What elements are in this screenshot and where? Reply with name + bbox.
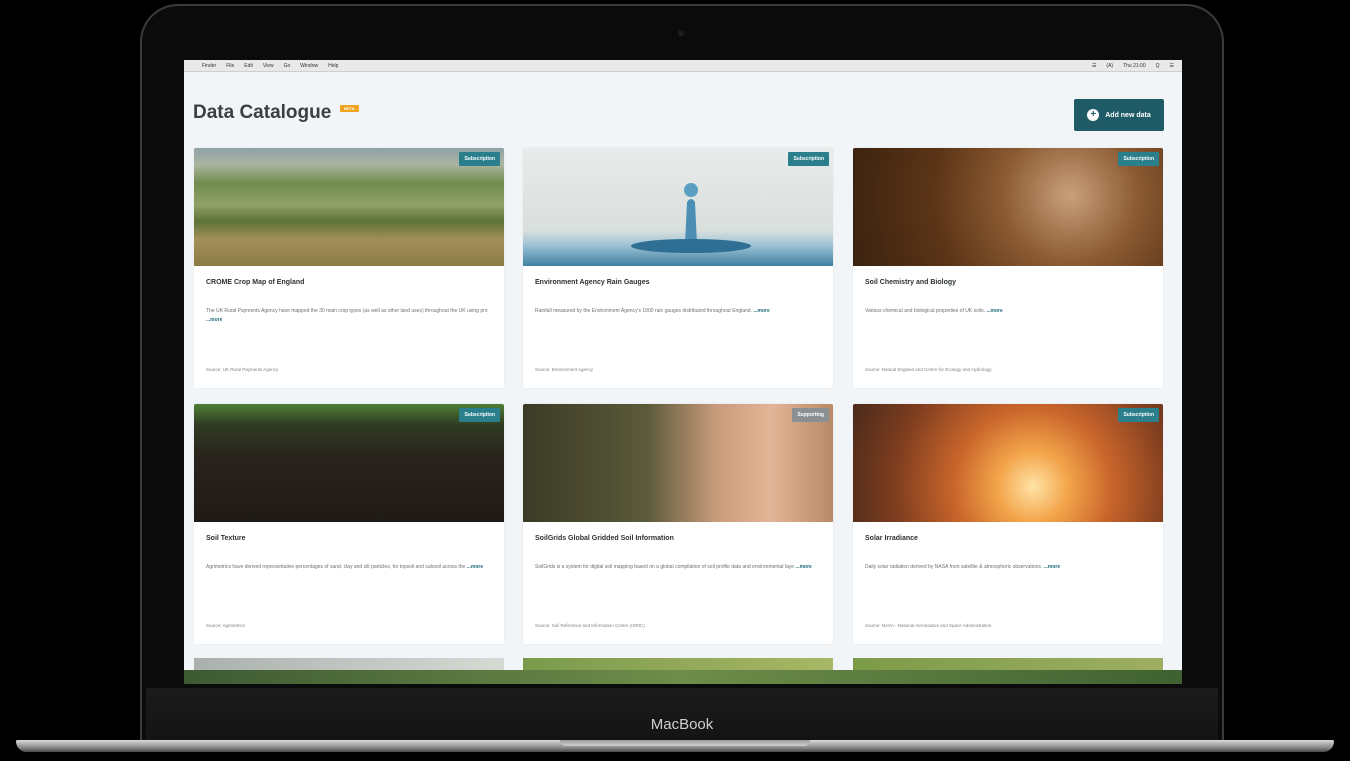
- card-description: Agrimetrics have derived representative …: [206, 563, 496, 572]
- add-new-data-label: Add new data: [1105, 111, 1151, 119]
- laptop-notch: [560, 740, 810, 746]
- beta-badge: BETA: [340, 105, 359, 112]
- card-title[interactable]: SoilGrids Global Gridded Soil Informatio…: [535, 535, 674, 542]
- catalogue-card[interactable]: Subscription Environment Agency Rain Gau…: [523, 148, 833, 388]
- menu-edit[interactable]: Edit: [244, 63, 253, 69]
- water-drop-icon: [631, 183, 751, 253]
- page-title: Data Catalogue: [193, 102, 332, 123]
- card-title[interactable]: Solar Irradiance: [865, 535, 918, 542]
- catalogue-card[interactable]: Subscription Solar Irradiance Daily sola…: [853, 404, 1163, 644]
- supporting-tag: Supporting: [792, 408, 829, 422]
- card-source: Source: Natural England and Centre for E…: [865, 367, 992, 372]
- subscription-tag: Subscription: [1118, 408, 1159, 422]
- card-description: SoilGrids is a system for digital soil m…: [535, 563, 825, 572]
- screen: Finder File Edit View Go Window Help ☰ (…: [184, 60, 1182, 684]
- laptop-chin: MacBook: [146, 688, 1218, 740]
- card-description: Daily solar radiation derived by NASA fr…: [865, 563, 1155, 572]
- card-source: Source: Environment Agency: [535, 367, 594, 372]
- menu-go[interactable]: Go: [284, 63, 291, 69]
- card-image-peek: [853, 658, 1163, 670]
- card-title[interactable]: Soil Texture: [206, 535, 246, 542]
- subscription-tag: Subscription: [1118, 152, 1159, 166]
- card-title[interactable]: Environment Agency Rain Gauges: [535, 279, 650, 286]
- card-image-peek: [194, 658, 504, 670]
- card-image: Subscription: [523, 148, 833, 266]
- plus-icon: +: [1087, 109, 1100, 121]
- status-list[interactable]: ☰: [1170, 63, 1174, 69]
- card-source: Source: UK Rural Payments Agency: [206, 367, 279, 372]
- status-wifi[interactable]: ☰: [1092, 63, 1096, 69]
- card-image: Supporting: [523, 404, 833, 522]
- card-description-text: Various chemical and biological properti…: [865, 308, 985, 314]
- card-description-text: Rainfall measured by the Environment Age…: [535, 308, 752, 314]
- more-link[interactable]: ...more: [1044, 564, 1060, 570]
- card-description: Rainfall measured by the Environment Age…: [535, 307, 825, 316]
- status-search[interactable]: Q: [1156, 63, 1160, 69]
- card-image: Subscription: [194, 148, 504, 266]
- more-link[interactable]: ...more: [753, 308, 769, 314]
- card-description-text: The UK Rural Payments Agency have mapped…: [206, 308, 488, 314]
- card-source: Source: NASA - National Aeronautics and …: [865, 623, 992, 628]
- catalogue-card[interactable]: Supporting SoilGrids Global Gridded Soil…: [523, 404, 833, 644]
- more-link[interactable]: ...more: [467, 564, 483, 570]
- card-description-text: Daily solar radiation derived by NASA fr…: [865, 564, 1043, 570]
- more-link[interactable]: ...more: [795, 564, 811, 570]
- card-image: Subscription: [853, 404, 1163, 522]
- menu-file[interactable]: File: [226, 63, 234, 69]
- brand-label: MacBook: [650, 716, 714, 733]
- card-image: Subscription: [853, 148, 1163, 266]
- menu-view[interactable]: View: [263, 63, 274, 69]
- card-image-peek: [523, 658, 833, 670]
- card-description-text: SoilGrids is a system for digital soil m…: [535, 564, 795, 570]
- catalogue-card[interactable]: Subscription Soil Texture Agrimetrics ha…: [194, 404, 504, 644]
- catalogue-card[interactable]: Subscription CROME Crop Map of England T…: [194, 148, 504, 388]
- subscription-tag: Subscription: [459, 152, 500, 166]
- status-clock[interactable]: Thu 21:00: [1123, 63, 1146, 69]
- footer-strip: [184, 670, 1182, 684]
- menubar: Finder File Edit View Go Window Help ☰ (…: [184, 60, 1182, 72]
- catalogue-card[interactable]: Subscription Soil Chemistry and Biology …: [853, 148, 1163, 388]
- subscription-tag: Subscription: [788, 152, 829, 166]
- menu-help[interactable]: Help: [328, 63, 338, 69]
- menu-window[interactable]: Window: [300, 63, 318, 69]
- card-source: Source: Soil Reference and Information C…: [535, 623, 645, 628]
- menu-finder[interactable]: Finder: [202, 63, 216, 69]
- page-header: Data Catalogue BETA + Add new data: [184, 72, 1182, 142]
- camera: [678, 30, 684, 36]
- card-image: Subscription: [194, 404, 504, 522]
- subscription-tag: Subscription: [459, 408, 500, 422]
- card-description: The UK Rural Payments Agency have mapped…: [206, 307, 496, 325]
- status-input[interactable]: (A): [1106, 63, 1113, 69]
- more-link[interactable]: ...more: [986, 308, 1002, 314]
- more-link[interactable]: ...more: [206, 317, 222, 323]
- card-source: Source: Agrimetrics: [206, 623, 246, 628]
- card-title[interactable]: CROME Crop Map of England: [206, 279, 304, 286]
- add-new-data-button[interactable]: + Add new data: [1074, 99, 1164, 131]
- card-description: Various chemical and biological properti…: [865, 307, 1155, 316]
- card-title[interactable]: Soil Chemistry and Biology: [865, 279, 956, 286]
- card-description-text: Agrimetrics have derived representative …: [206, 564, 466, 570]
